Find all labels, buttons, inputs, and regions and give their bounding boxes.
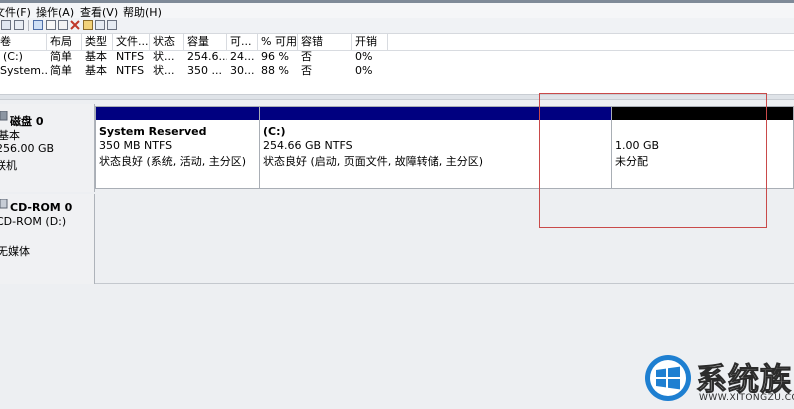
forward-icon[interactable] xyxy=(14,20,24,30)
cdrom-type: CD-ROM (D:) xyxy=(0,215,67,228)
disk-type: 基本 xyxy=(0,129,20,142)
cell-volume: System... xyxy=(0,64,47,77)
col-volume[interactable]: 卷 xyxy=(0,34,47,50)
col-fault-tolerance[interactable]: 容错 xyxy=(298,34,352,50)
menu-bar: 文件(F) 操作(A) 查看(V) 帮助(H) xyxy=(0,3,794,19)
table-row[interactable]: System... 简单 基本 NTFS 状... 350 ... 30... … xyxy=(0,64,794,78)
partition-bar xyxy=(96,107,259,120)
toolbar-separator xyxy=(28,20,29,31)
partition-system-reserved[interactable]: System Reserved 350 MB NTFS 状态良好 (系统, 活动… xyxy=(95,106,260,189)
row-divider xyxy=(95,283,794,284)
back-icon[interactable] xyxy=(1,20,11,30)
partition-size: 350 MB NTFS xyxy=(99,139,173,152)
partition-status: 状态良好 (启动, 页面文件, 故障转储, 主分区) xyxy=(263,155,484,168)
col-free[interactable]: 可... xyxy=(227,34,258,50)
cell-filesystem: NTFS xyxy=(116,50,145,63)
col-status[interactable]: 状态 xyxy=(150,34,184,50)
col-type[interactable]: 类型 xyxy=(82,34,113,50)
watermark-url: WWW.XITONGZU.COM xyxy=(699,393,794,403)
help-icon[interactable] xyxy=(107,20,117,30)
cell-filesystem: NTFS xyxy=(116,64,145,77)
cell-free: 24... xyxy=(230,50,255,63)
partition-title: System Reserved xyxy=(99,125,207,138)
col-layout[interactable]: 布局 xyxy=(47,34,82,50)
volume-list-header: 卷 布局 类型 文件... 状态 容量 可... % 可用 容错 开销 xyxy=(0,34,794,51)
col-filesystem[interactable]: 文件... xyxy=(113,34,150,50)
list-view-icon[interactable] xyxy=(33,20,43,30)
disk-size: 256.00 GB xyxy=(0,142,55,155)
cdrom-status: 无媒体 xyxy=(0,245,30,258)
cell-status: 状... xyxy=(153,64,175,77)
partition-title: (C:) xyxy=(263,125,286,138)
cell-fault-tolerance: 否 xyxy=(301,64,312,77)
cell-layout: 简单 xyxy=(50,50,72,63)
cell-capacity: 254.6... xyxy=(187,50,227,63)
delete-icon[interactable] xyxy=(70,20,80,30)
cell-layout: 简单 xyxy=(50,64,72,77)
cell-status: 状... xyxy=(153,50,175,63)
cell-capacity: 350 ... xyxy=(187,64,222,77)
cell-type: 基本 xyxy=(85,64,107,77)
col-percent-free[interactable]: % 可用 xyxy=(258,34,298,50)
table-row[interactable]: (C:) 简单 基本 NTFS 状... 254.6... 24... 96 %… xyxy=(0,50,794,64)
disk-icon xyxy=(0,111,8,121)
partition-status: 状态良好 (系统, 活动, 主分区) xyxy=(99,155,247,168)
disk-0-label[interactable]: 磁盘 0 基本 256.00 GB 联机 xyxy=(0,104,95,192)
disk-status: 联机 xyxy=(0,159,17,172)
cell-percent-free: 88 % xyxy=(261,64,289,77)
cell-free: 30... xyxy=(230,64,255,77)
refresh-icon[interactable] xyxy=(95,20,105,30)
folder-icon[interactable] xyxy=(83,20,93,30)
windows-logo-icon xyxy=(645,355,691,401)
cell-overhead: 0% xyxy=(355,64,373,77)
properties-icon[interactable] xyxy=(46,20,56,30)
document-icon[interactable] xyxy=(58,20,68,30)
cdrom-0-label[interactable]: CD-ROM 0 CD-ROM (D:) 无媒体 xyxy=(0,194,95,284)
cell-volume: (C:) xyxy=(3,50,23,63)
partition-size: 254.66 GB NTFS xyxy=(263,139,353,152)
cell-type: 基本 xyxy=(85,50,107,63)
col-capacity[interactable]: 容量 xyxy=(184,34,227,50)
highlight-box xyxy=(539,93,767,228)
cell-fault-tolerance: 否 xyxy=(301,50,312,63)
cell-percent-free: 96 % xyxy=(261,50,289,63)
cdrom-icon xyxy=(0,199,8,209)
cell-overhead: 0% xyxy=(355,50,373,63)
watermark: 系统族 WWW.XITONGZU.COM xyxy=(644,348,794,409)
col-overhead[interactable]: 开销 xyxy=(352,34,388,50)
toolbar xyxy=(0,18,794,34)
cdrom-name: CD-ROM 0 xyxy=(10,201,73,214)
